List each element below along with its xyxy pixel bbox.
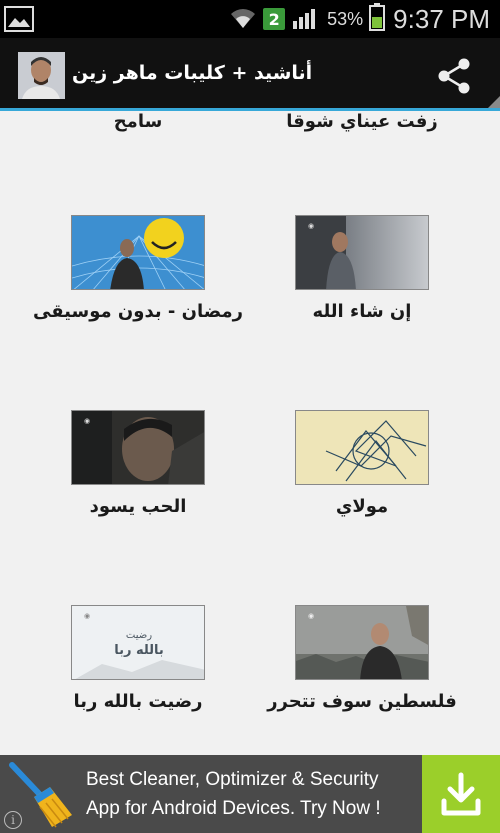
video-thumbnail[interactable]: [71, 215, 205, 290]
video-title[interactable]: الحب يسود: [28, 496, 248, 517]
clock: 9:37 PM: [393, 3, 490, 34]
video-grid: زفت عيناي شوقا سامح ◉ إن شاء الله رمضان …: [0, 111, 500, 755]
notification-badge: 2: [263, 8, 286, 30]
signal-icon: [291, 5, 321, 33]
video-title[interactable]: إن شاء الله: [252, 301, 472, 322]
ad-banner[interactable]: i Best Cleaner, Optimizer & Security App…: [0, 755, 500, 833]
action-bar: أناشيد + كليبات ماهر زين: [0, 38, 500, 111]
video-title[interactable]: رضيت بالله ربا: [28, 691, 248, 712]
ad-info-icon[interactable]: i: [4, 811, 22, 829]
app-title: أناشيد + كليبات ماهر زين: [72, 62, 313, 84]
video-title[interactable]: مولاي: [252, 496, 472, 517]
svg-text:◉: ◉: [84, 612, 90, 620]
download-icon[interactable]: [422, 755, 500, 833]
partial-item-title[interactable]: سامح: [38, 111, 238, 132]
video-title[interactable]: رمضان - بدون موسيقى: [28, 301, 248, 322]
wifi-icon: [229, 4, 257, 34]
status-bar: 2 53% 9:37 PM: [0, 0, 500, 38]
overflow-indicator-icon[interactable]: [488, 96, 500, 108]
video-thumbnail[interactable]: ◉: [295, 215, 429, 290]
battery-percent: 53%: [327, 8, 364, 29]
svg-text:◉: ◉: [308, 612, 314, 620]
svg-text:◉: ◉: [308, 222, 314, 230]
app-avatar-icon[interactable]: [18, 52, 65, 99]
video-thumbnail[interactable]: ◉ رضيت بالله ربا: [71, 605, 205, 680]
ad-text[interactable]: Best Cleaner, Optimizer & Security App f…: [86, 765, 416, 823]
share-icon[interactable]: [434, 56, 474, 96]
video-thumbnail[interactable]: ◉: [295, 605, 429, 680]
gallery-notification-icon: [4, 6, 34, 36]
thumbnail-text: رضيت: [126, 630, 152, 641]
svg-text:◉: ◉: [84, 417, 90, 425]
video-thumbnail[interactable]: [295, 410, 429, 485]
partial-item-title[interactable]: زفت عيناي شوقا: [262, 111, 462, 132]
battery-icon: [369, 3, 386, 35]
video-title[interactable]: فلسطين سوف تتحرر: [252, 691, 472, 712]
thumbnail-text: بالله ربا: [114, 643, 164, 658]
video-thumbnail[interactable]: ◉: [71, 410, 205, 485]
